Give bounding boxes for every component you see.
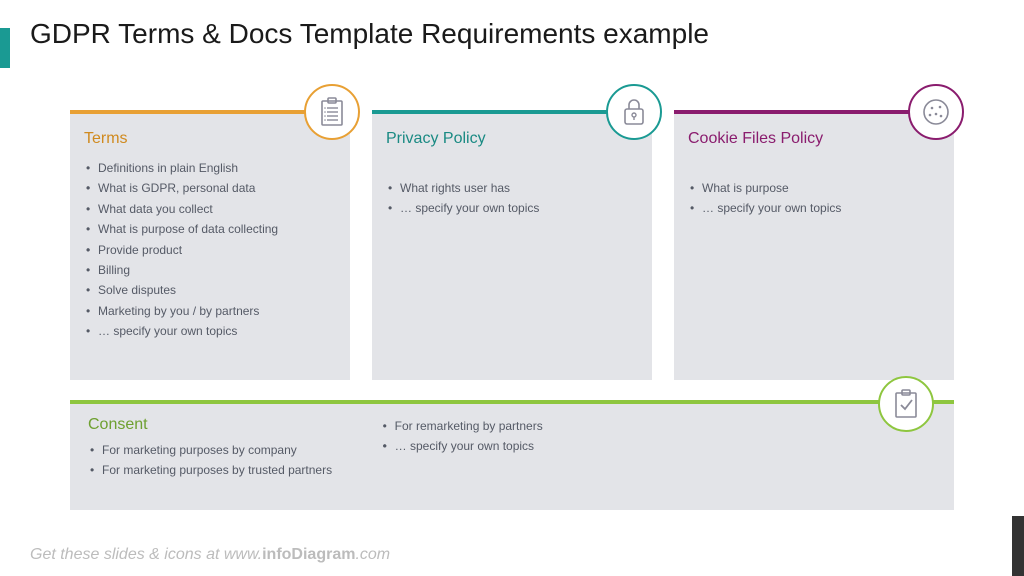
- list-item: What is purpose: [688, 178, 940, 198]
- clipboard-check-icon: [878, 376, 934, 432]
- list-item: … specify your own topics: [84, 321, 336, 341]
- card-terms: Terms Definitions in plain English What …: [70, 110, 350, 380]
- consent-columns: For marketing purposes by company For ma…: [88, 440, 936, 481]
- page-title: GDPR Terms & Docs Template Requirements …: [30, 18, 709, 50]
- list-item: For remarketing by partners: [381, 416, 644, 436]
- footer-prefix: Get these slides & icons at www.: [30, 546, 262, 563]
- accent-bar: [0, 28, 10, 68]
- list-item: What data you collect: [84, 199, 336, 219]
- card-cookie-list: What is purpose … specify your own topic…: [688, 178, 940, 219]
- cards-row: Terms Definitions in plain English What …: [70, 110, 954, 380]
- card-privacy-list: What rights user has … specify your own …: [386, 178, 638, 219]
- cookie-icon: [908, 84, 964, 140]
- list-item: Definitions in plain English: [84, 158, 336, 178]
- consent-col1-list: For marketing purposes by company For ma…: [88, 440, 351, 481]
- card-privacy-title: Privacy Policy: [386, 130, 638, 148]
- list-item: What is GDPR, personal data: [84, 178, 336, 198]
- list-item: Provide product: [84, 240, 336, 260]
- list-item: What rights user has: [386, 178, 638, 198]
- card-terms-title: Terms: [84, 130, 336, 148]
- list-item: For marketing purposes by company: [88, 440, 351, 460]
- footer: Get these slides & icons at www.infoDiag…: [30, 546, 390, 564]
- footer-suffix: .com: [355, 546, 390, 563]
- list-item: Solve disputes: [84, 280, 336, 300]
- list-item: For marketing purposes by trusted partne…: [88, 460, 351, 480]
- card-cookie-title: Cookie Files Policy: [688, 130, 940, 148]
- card-terms-list: Definitions in plain English What is GDP…: [84, 158, 336, 342]
- lock-icon: [606, 84, 662, 140]
- list-item: … specify your own topics: [381, 436, 644, 456]
- list-item: Billing: [84, 260, 336, 280]
- footer-brand: infoDiagram: [262, 546, 355, 563]
- card-cookie: Cookie Files Policy What is purpose … sp…: [674, 110, 954, 380]
- clipboard-list-icon: [304, 84, 360, 140]
- list-item: Marketing by you / by partners: [84, 301, 336, 321]
- list-item: … specify your own topics: [688, 198, 940, 218]
- consent-col2-list: For remarketing by partners … specify yo…: [381, 416, 644, 457]
- list-item: What is purpose of data collecting: [84, 219, 336, 239]
- side-block: [1012, 516, 1024, 576]
- card-privacy: Privacy Policy What rights user has … sp…: [372, 110, 652, 380]
- card-consent: Consent For marketing purposes by compan…: [70, 400, 954, 510]
- list-item: … specify your own topics: [386, 198, 638, 218]
